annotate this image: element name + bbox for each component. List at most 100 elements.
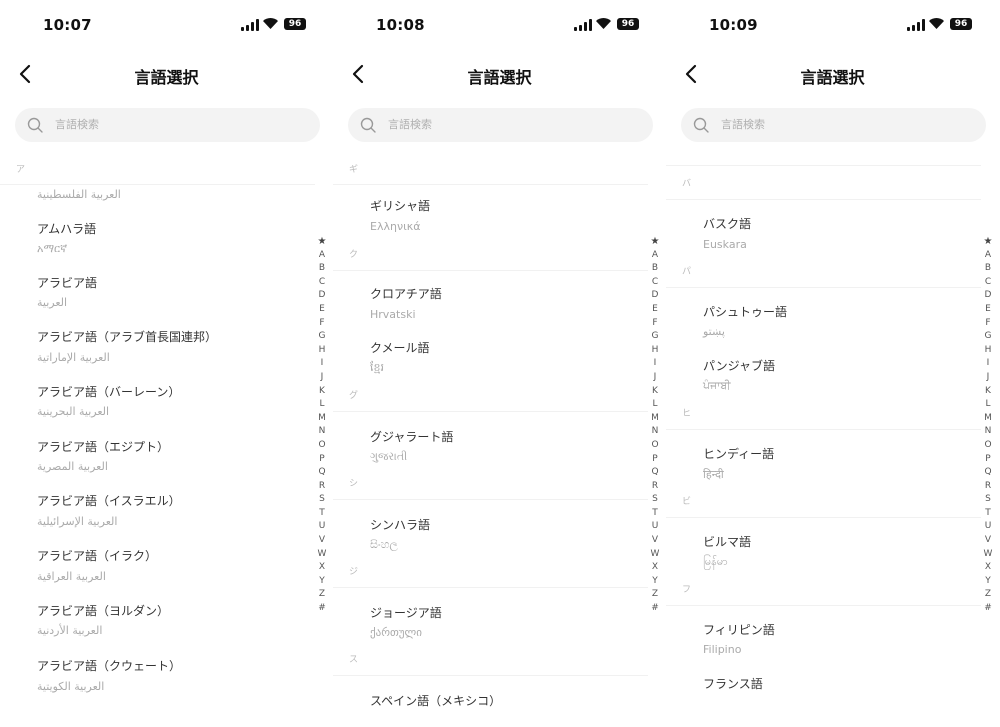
language-name[interactable]: クメール語: [370, 339, 430, 356]
index-letter[interactable]: I: [647, 357, 663, 371]
language-name[interactable]: シンハラ語: [370, 516, 430, 533]
index-letter[interactable]: J: [980, 371, 996, 385]
index-letter[interactable]: W: [314, 548, 330, 562]
alphabet-index[interactable]: ★ A B C D E F G H I J K L M N O P Q R S T U V W X Y Z #: [314, 235, 330, 616]
language-name[interactable]: アラビア語: [37, 274, 97, 291]
index-letter[interactable]: D: [314, 289, 330, 303]
index-letter[interactable]: L: [314, 398, 330, 412]
index-letter[interactable]: #: [647, 602, 663, 616]
index-letter[interactable]: Y: [647, 575, 663, 589]
index-letter[interactable]: Y: [314, 575, 330, 589]
language-name[interactable]: フランス語: [703, 675, 763, 692]
language-name[interactable]: バスク語: [703, 215, 751, 232]
index-letter[interactable]: X: [980, 561, 996, 575]
language-name[interactable]: ビルマ語: [703, 533, 751, 550]
index-letter[interactable]: U: [314, 520, 330, 534]
language-name[interactable]: パンジャブ語: [703, 357, 775, 374]
index-letter[interactable]: M: [314, 412, 330, 426]
index-letter[interactable]: P: [314, 453, 330, 467]
language-name[interactable]: アラビア語（バーレーン）: [37, 383, 180, 400]
search-input[interactable]: [55, 108, 295, 142]
search-bar[interactable]: [15, 108, 320, 142]
index-letter[interactable]: T: [647, 507, 663, 521]
index-letter[interactable]: T: [980, 507, 996, 521]
index-letter[interactable]: A: [314, 249, 330, 263]
index-letter[interactable]: S: [980, 493, 996, 507]
index-letter[interactable]: #: [314, 602, 330, 616]
index-letter[interactable]: K: [647, 385, 663, 399]
index-letter[interactable]: R: [314, 480, 330, 494]
index-letter[interactable]: F: [647, 317, 663, 331]
index-letter[interactable]: E: [980, 303, 996, 317]
search-input[interactable]: [388, 108, 628, 142]
index-letter[interactable]: Z: [314, 588, 330, 602]
index-letter[interactable]: Q: [647, 466, 663, 480]
index-letter[interactable]: Q: [980, 466, 996, 480]
index-letter[interactable]: E: [647, 303, 663, 317]
index-letter[interactable]: A: [647, 249, 663, 263]
index-letter[interactable]: Z: [980, 588, 996, 602]
index-letter[interactable]: M: [647, 412, 663, 426]
index-star-icon[interactable]: ★: [314, 235, 330, 249]
index-letter[interactable]: N: [647, 425, 663, 439]
index-letter[interactable]: G: [314, 330, 330, 344]
index-letter[interactable]: P: [647, 453, 663, 467]
language-name[interactable]: アラビア語（エジプト）: [37, 438, 169, 455]
index-letter[interactable]: R: [647, 480, 663, 494]
language-name[interactable]: スペイン語（メキシコ）: [370, 692, 501, 709]
index-letter[interactable]: F: [314, 317, 330, 331]
index-letter[interactable]: T: [314, 507, 330, 521]
index-letter[interactable]: H: [647, 344, 663, 358]
index-letter[interactable]: R: [980, 480, 996, 494]
language-name[interactable]: アムハラ語: [37, 220, 96, 237]
index-letter[interactable]: D: [980, 289, 996, 303]
index-star-icon[interactable]: ★: [647, 235, 663, 249]
index-letter[interactable]: D: [647, 289, 663, 303]
index-letter[interactable]: X: [314, 561, 330, 575]
index-letter[interactable]: V: [647, 534, 663, 548]
language-name[interactable]: クロアチア語: [370, 285, 442, 302]
alphabet-index[interactable]: ★ A B C D E F G H I J K L M N O P Q R S T U V W X Y Z #: [980, 235, 996, 616]
index-letter[interactable]: I: [314, 357, 330, 371]
language-name[interactable]: ヒンディー語: [703, 445, 774, 462]
language-list[interactable]: ア العربية الفلسطينية アムハラ語 አማርኛ アラビア語 ال…: [0, 150, 315, 710]
language-list[interactable]: ギ ギリシャ語 Ελληνικά ク クロアチア語 Hrvatski クメール語…: [333, 150, 648, 710]
index-letter[interactable]: C: [647, 276, 663, 290]
index-letter[interactable]: Q: [314, 466, 330, 480]
index-letter[interactable]: C: [314, 276, 330, 290]
index-star-icon[interactable]: ★: [980, 235, 996, 249]
index-letter[interactable]: H: [980, 344, 996, 358]
language-native-name[interactable]: العربية الفلسطينية: [37, 188, 121, 201]
index-letter[interactable]: O: [314, 439, 330, 453]
index-letter[interactable]: C: [980, 276, 996, 290]
language-name[interactable]: アラビア語（クウェート）: [37, 657, 181, 674]
language-name[interactable]: アラビア語（アラブ首長国連邦）: [37, 328, 217, 345]
search-input[interactable]: [721, 108, 961, 142]
language-name[interactable]: フィリピン語: [703, 621, 775, 638]
search-bar[interactable]: [681, 108, 986, 142]
index-letter[interactable]: N: [980, 425, 996, 439]
index-letter[interactable]: J: [314, 371, 330, 385]
index-letter[interactable]: L: [647, 398, 663, 412]
index-letter[interactable]: M: [980, 412, 996, 426]
index-letter[interactable]: Z: [647, 588, 663, 602]
index-letter[interactable]: #: [980, 602, 996, 616]
index-letter[interactable]: V: [314, 534, 330, 548]
language-name[interactable]: アラビア語（ヨルダン）: [37, 602, 169, 619]
index-letter[interactable]: F: [980, 317, 996, 331]
language-name[interactable]: ギリシャ語: [370, 197, 430, 214]
index-letter[interactable]: K: [980, 385, 996, 399]
language-name[interactable]: グジャラート語: [370, 428, 453, 445]
index-letter[interactable]: S: [314, 493, 330, 507]
index-letter[interactable]: G: [980, 330, 996, 344]
index-letter[interactable]: V: [980, 534, 996, 548]
index-letter[interactable]: O: [647, 439, 663, 453]
index-letter[interactable]: P: [980, 453, 996, 467]
language-name[interactable]: アラビア語（イラク）: [37, 547, 157, 564]
index-letter[interactable]: A: [980, 249, 996, 263]
index-letter[interactable]: S: [647, 493, 663, 507]
index-letter[interactable]: E: [314, 303, 330, 317]
language-name[interactable]: パシュトゥー語: [703, 303, 787, 320]
index-letter[interactable]: J: [647, 371, 663, 385]
language-name[interactable]: アラビア語（イスラエル）: [37, 492, 181, 509]
